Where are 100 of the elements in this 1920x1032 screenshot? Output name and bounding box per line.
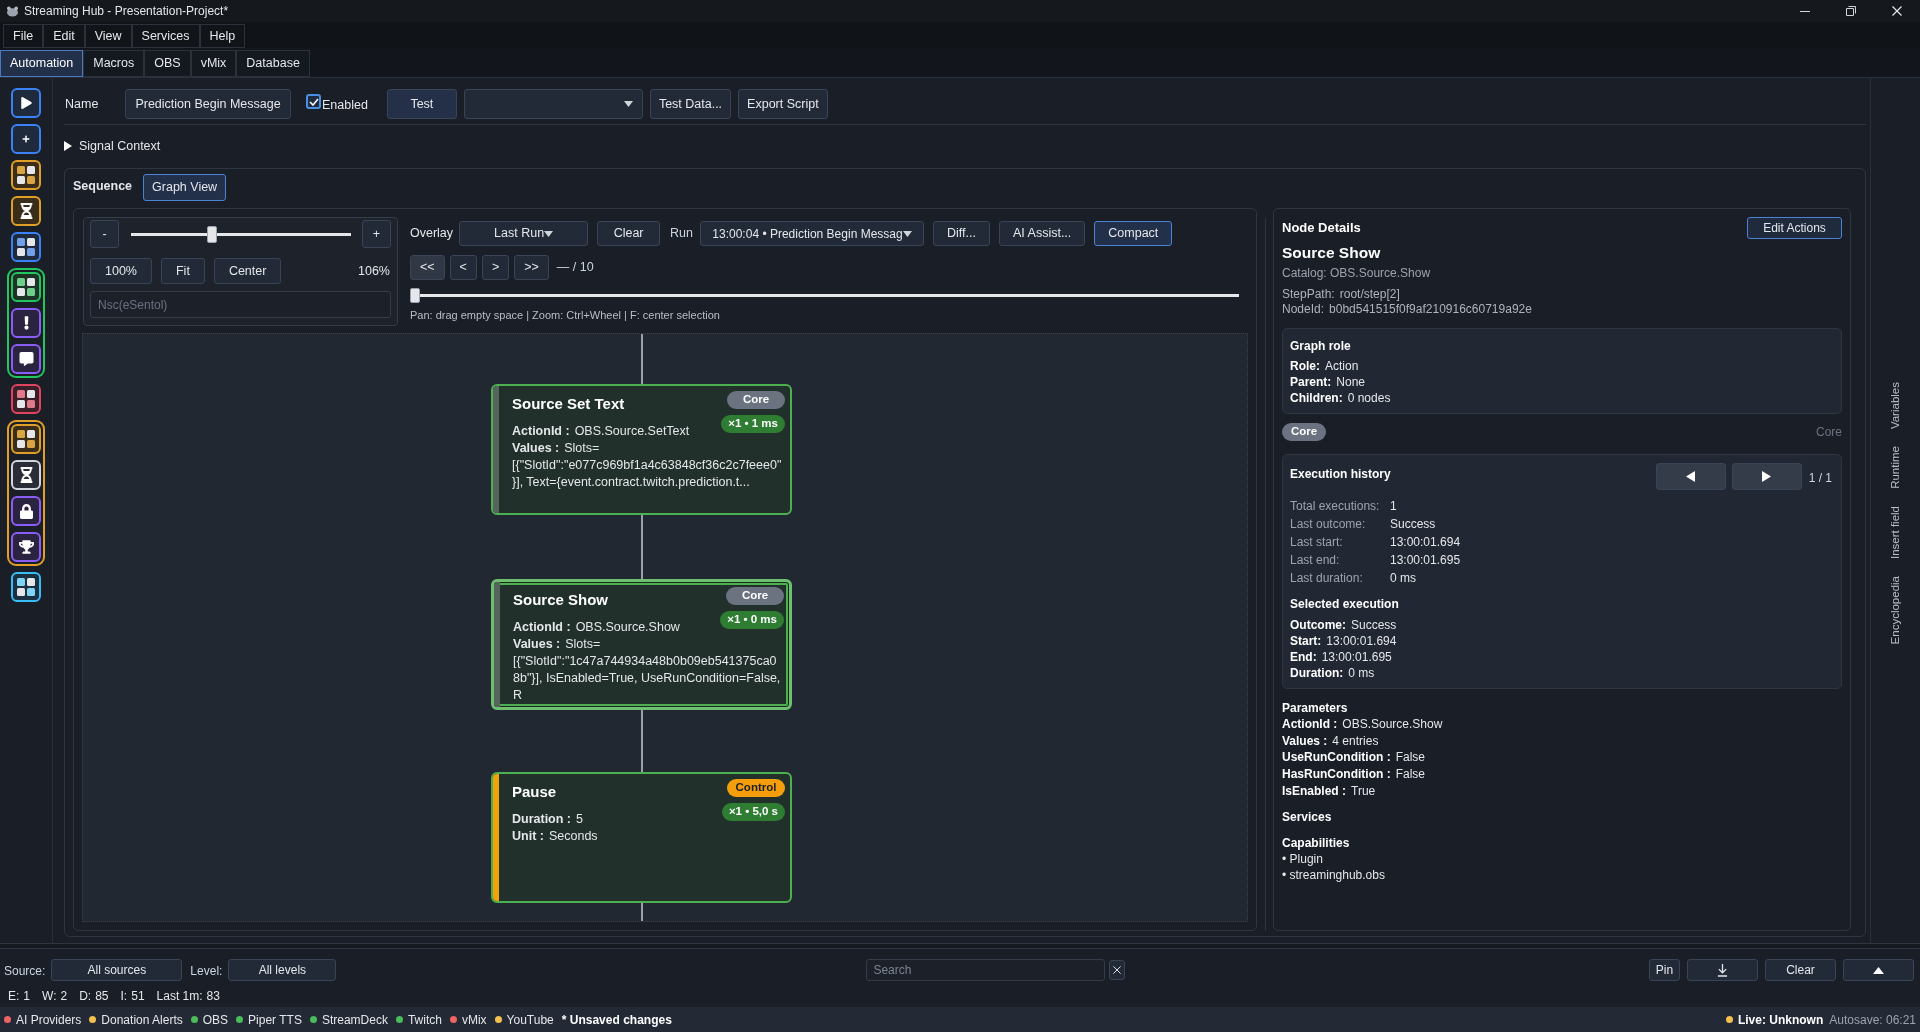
pin-button[interactable]: Pin bbox=[1649, 959, 1680, 981]
toolbar-button[interactable]: Compact bbox=[1094, 221, 1173, 246]
tab[interactable]: vMix bbox=[190, 50, 237, 77]
tab[interactable]: Database bbox=[236, 50, 310, 77]
side-tab[interactable]: Insert field bbox=[1886, 505, 1905, 559]
source-dropdown[interactable]: All sources bbox=[51, 959, 183, 981]
edit-actions-button[interactable]: Edit Actions bbox=[1747, 217, 1842, 239]
caret-up-icon bbox=[1873, 966, 1884, 974]
search-field[interactable]: Search bbox=[866, 959, 1106, 981]
tab[interactable]: Macros bbox=[83, 50, 145, 77]
next-button[interactable] bbox=[1731, 463, 1802, 490]
field-value: False bbox=[1395, 766, 1425, 783]
field-value: root/step[2] bbox=[1339, 287, 1400, 302]
zoom-in-button[interactable]: + bbox=[362, 220, 391, 248]
side-tab[interactable]: Encyclopedia bbox=[1886, 576, 1905, 645]
previous-button[interactable] bbox=[1655, 463, 1726, 490]
field-label: UseRunCondition : bbox=[1282, 749, 1391, 767]
service-name: YouTube bbox=[506, 1011, 554, 1029]
menu-item[interactable]: File bbox=[3, 24, 44, 48]
search-field[interactable]: Nsc(eSentol) bbox=[90, 291, 391, 318]
tool-button[interactable] bbox=[11, 496, 41, 526]
run-stats-badge: ×1 • 0 ms bbox=[720, 611, 784, 629]
field-label: NodeId: bbox=[1282, 302, 1325, 317]
field-label: Role: bbox=[1290, 358, 1320, 374]
zoom-preset-button[interactable]: Fit bbox=[161, 258, 205, 284]
triangle-right-icon bbox=[1762, 471, 1772, 482]
step-button[interactable]: << bbox=[410, 255, 445, 280]
tool-button[interactable] bbox=[11, 424, 41, 454]
check-icon bbox=[308, 97, 319, 106]
section-title: Sequence bbox=[73, 178, 133, 195]
level-dropdown[interactable]: All levels bbox=[228, 959, 337, 981]
tool-button[interactable] bbox=[11, 232, 41, 262]
view-toggle[interactable]: Graph View bbox=[143, 174, 227, 201]
field-label: Outcome: bbox=[1290, 617, 1346, 633]
hourglass-icon bbox=[19, 203, 33, 219]
download-button[interactable] bbox=[1687, 959, 1758, 981]
menu-item[interactable]: Help bbox=[199, 24, 246, 48]
toolbar-button[interactable]: Export Script bbox=[738, 89, 828, 119]
tool-button[interactable] bbox=[11, 272, 41, 302]
toolbar-button[interactable]: Diff... bbox=[933, 221, 990, 246]
tool-button[interactable] bbox=[11, 384, 41, 414]
clear-search-button[interactable] bbox=[1109, 960, 1126, 980]
run-dropdown[interactable]: 13:00:04 • Prediction Begin Messag bbox=[700, 221, 924, 246]
tool-button[interactable] bbox=[11, 572, 41, 602]
tool-button[interactable] bbox=[11, 532, 41, 562]
collapse-button[interactable] bbox=[1843, 959, 1914, 981]
field-label: Duration: bbox=[1290, 665, 1344, 681]
side-tab[interactable]: Runtime bbox=[1886, 446, 1905, 489]
graph-node[interactable]: Pause Duration : 5 Unit : Seconds Control ×1 • 5,0 s bbox=[491, 772, 792, 903]
graph-node[interactable]: Source Show ActionId : OBS.Source.Show Values : Slots=[{"SlotId":"1c47a744934a48b0b09eb541375ca08b"}], IsEnabled=True, UseRunCondition=False, R Core ×1 • 0 ms bbox=[491, 579, 792, 710]
checkbox[interactable] bbox=[306, 94, 321, 109]
toolbar-button[interactable]: Test Data... bbox=[649, 89, 732, 119]
field-value: Success bbox=[1390, 516, 1436, 533]
field-label: Last duration: bbox=[1290, 570, 1364, 587]
field-label: IsEnabled : bbox=[1282, 782, 1346, 800]
field-label: Last end: bbox=[1290, 552, 1341, 569]
field-label: Last start: bbox=[1290, 534, 1344, 551]
tool-button[interactable] bbox=[11, 124, 41, 154]
menu-item[interactable]: View bbox=[84, 24, 132, 48]
log-count: D: 85 bbox=[79, 988, 109, 1005]
field-value: OBS.Source.Show bbox=[1342, 716, 1443, 733]
name-field[interactable]: Prediction Begin Message bbox=[125, 89, 291, 119]
capability-item: • Plugin bbox=[1282, 850, 1324, 867]
slider-thumb[interactable] bbox=[206, 225, 217, 243]
toolbar-button[interactable]: AI Assist... bbox=[998, 221, 1086, 246]
slider-thumb[interactable] bbox=[410, 288, 420, 303]
step-button[interactable]: < bbox=[449, 255, 477, 280]
tool-button[interactable] bbox=[11, 196, 41, 226]
run-label: Run bbox=[670, 225, 693, 243]
step-button[interactable]: > bbox=[481, 255, 510, 280]
menu-item[interactable]: Edit bbox=[43, 24, 85, 48]
zoom-out-button[interactable]: - bbox=[90, 220, 119, 248]
minimize-icon bbox=[1800, 10, 1810, 12]
tool-button[interactable] bbox=[11, 308, 41, 338]
checkbox-label: Enabled bbox=[322, 96, 368, 114]
menu-item[interactable]: Services bbox=[131, 24, 200, 48]
autosave-text: Autosave: 06:21 bbox=[1829, 1011, 1916, 1029]
test-button[interactable]: Test bbox=[386, 89, 457, 119]
field-value: False bbox=[1395, 749, 1425, 767]
side-tab[interactable]: Variables bbox=[1886, 382, 1905, 430]
filter-label: Level: bbox=[190, 963, 223, 980]
tab[interactable]: OBS bbox=[144, 50, 191, 77]
close-icon bbox=[1892, 6, 1902, 16]
grid-icon bbox=[17, 278, 35, 296]
connector-line bbox=[640, 334, 643, 384]
tool-button[interactable] bbox=[11, 160, 41, 190]
field-label: ActionId : bbox=[1282, 716, 1338, 733]
zoom-preset-button[interactable]: 100% bbox=[90, 258, 152, 284]
category-text: Core bbox=[1816, 424, 1842, 441]
tab[interactable]: Automation bbox=[0, 50, 84, 77]
overlay-dropdown[interactable]: Last Run bbox=[459, 221, 589, 246]
step-button[interactable]: >> bbox=[514, 255, 549, 280]
zoom-preset-button[interactable]: Center bbox=[213, 258, 282, 284]
connector-line bbox=[640, 515, 643, 579]
expander[interactable]: Signal Context bbox=[64, 135, 161, 157]
field-value: 0 ms bbox=[1348, 665, 1375, 681]
clear-button[interactable]: Clear bbox=[1765, 959, 1836, 981]
clear-button[interactable]: Clear bbox=[597, 221, 661, 246]
tool-button[interactable] bbox=[11, 344, 41, 374]
tool-button[interactable] bbox=[11, 88, 41, 118]
